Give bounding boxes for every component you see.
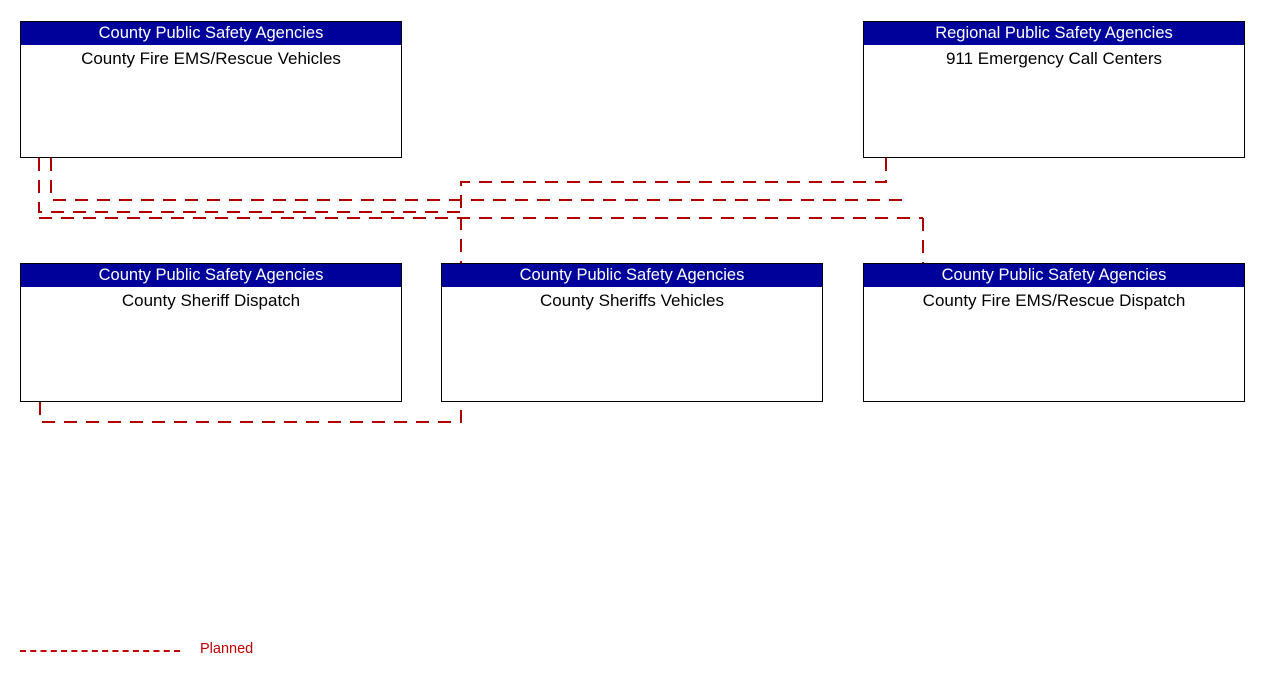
flow-planned (460, 158, 887, 263)
node-county-fire-ems-rescue-dispatch[interactable]: County Public Safety Agencies County Fir… (863, 263, 1245, 402)
node-county-fire-ems-rescue-vehicles[interactable]: County Public Safety Agencies County Fir… (20, 21, 402, 158)
flow-planned (39, 402, 462, 423)
flow-planned (50, 158, 904, 201)
node-title-element: County Fire EMS/Rescue Vehicles (81, 49, 341, 68)
diagram-canvas: County Public Safety Agencies County Fir… (0, 0, 1261, 682)
node-header-stakeholder: County Public Safety Agencies (21, 22, 401, 45)
node-title-element: County Sheriff Dispatch (121, 291, 301, 310)
flow-planned (38, 158, 461, 213)
node-title-element: County Sheriffs Vehicles (540, 291, 724, 310)
node-header-stakeholder: Regional Public Safety Agencies (864, 22, 1244, 45)
node-911-emergency-call-centers[interactable]: Regional Public Safety Agencies 911 Emer… (863, 21, 1245, 158)
node-header-stakeholder: County Public Safety Agencies (442, 264, 822, 287)
node-title-element: County Fire EMS/Rescue Dispatch (922, 291, 1186, 310)
node-county-sheriff-dispatch[interactable]: County Public Safety Agencies County She… (20, 263, 402, 402)
node-header-stakeholder: County Public Safety Agencies (21, 264, 401, 287)
node-header-stakeholder: County Public Safety Agencies (864, 264, 1244, 287)
node-county-sheriffs-vehicles[interactable]: County Public Safety Agencies County She… (441, 263, 823, 402)
node-title-element: 911 Emergency Call Centers (945, 49, 1163, 68)
